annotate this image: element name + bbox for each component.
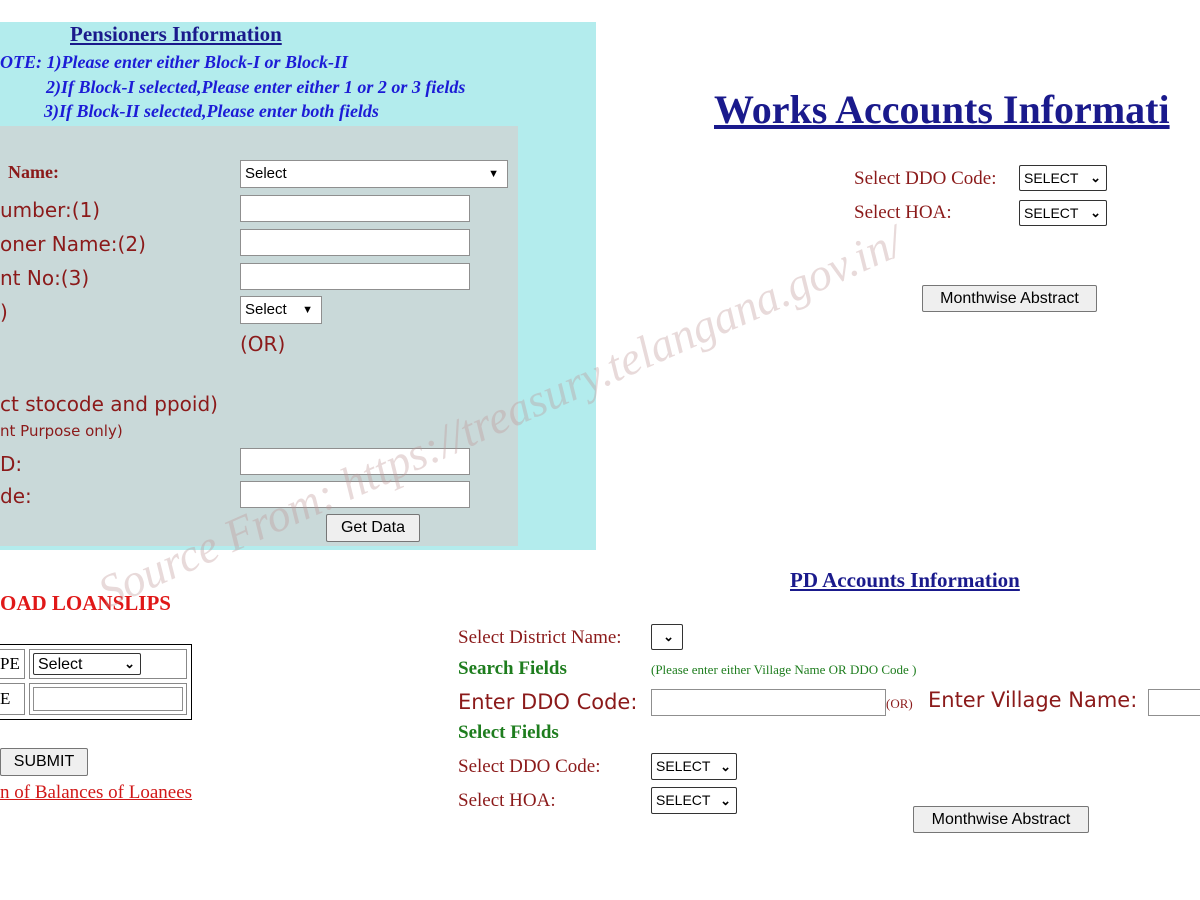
row2-label: E xyxy=(0,689,11,708)
pd-district-select[interactable]: ⌄ xyxy=(651,624,683,650)
works-hoa-select[interactable]: SELECT ⌄ xyxy=(1019,200,1107,226)
pd-hoa-select-value: SELECT xyxy=(656,792,711,808)
search-fields-heading: Search Fields xyxy=(458,658,567,679)
account-label: nt No:(3) xyxy=(0,266,90,290)
chevron-down-icon: ⌄ xyxy=(124,656,135,671)
pd-monthwise-button[interactable]: Monthwise Abstract xyxy=(913,806,1089,833)
table-cell: E xyxy=(0,683,25,715)
pd-hoa-label: Select HOA: xyxy=(458,790,556,811)
name-label: Name: xyxy=(8,162,59,182)
works-ddo-select-value: SELECT xyxy=(1024,170,1079,186)
dropdown-arrow-icon: ▼ xyxy=(302,304,313,316)
number-label: umber:(1) xyxy=(0,198,101,222)
stocode-input[interactable] xyxy=(240,481,470,508)
works-monthwise-button[interactable]: Monthwise Abstract xyxy=(922,285,1097,312)
pd-district-label: Select District Name: xyxy=(458,627,622,648)
note-line-3: 3)If Block-II selected,Please enter both… xyxy=(44,101,379,121)
name-select[interactable]: Select ▼ xyxy=(240,160,508,188)
paren-label: ) xyxy=(0,300,8,324)
works-title: Works Accounts Informati xyxy=(714,87,1170,132)
table-cell: Select ⌄ xyxy=(29,649,187,679)
table-cell: PE xyxy=(0,649,25,679)
note-line-2: 2)If Block-I selected,Please enter eithe… xyxy=(46,77,466,97)
type-select[interactable]: Select ⌄ xyxy=(33,653,141,675)
small-select[interactable]: Select ▼ xyxy=(240,296,322,324)
works-hoa-select-value: SELECT xyxy=(1024,205,1079,221)
number-input[interactable] xyxy=(240,195,470,222)
chevron-down-icon: ⌄ xyxy=(663,629,674,644)
pensioner-name-label: oner Name:(2) xyxy=(0,232,146,256)
chevron-down-icon: ⌄ xyxy=(1090,170,1101,185)
type-select-value: Select xyxy=(38,656,83,673)
pd-hoa-select[interactable]: SELECT ⌄ xyxy=(651,787,737,814)
stocode-input-label: de: xyxy=(0,484,32,508)
purpose-label: nt Purpose only) xyxy=(0,422,123,440)
pd-ddo-select[interactable]: SELECT ⌄ xyxy=(651,753,737,780)
ppoid-input[interactable] xyxy=(240,448,470,475)
loan-input[interactable] xyxy=(33,687,183,711)
loanslips-table: PE Select ⌄ E xyxy=(0,644,192,720)
select-fields-heading: Select Fields xyxy=(458,722,559,743)
note-line-1: OTE: 1)Please enter either Block-I or Bl… xyxy=(0,52,348,72)
row1-label: PE xyxy=(0,654,20,673)
enter-village-label: Enter Village Name: xyxy=(928,688,1138,712)
pd-or-label: (OR) xyxy=(886,696,913,711)
pd-ddo-label: Select DDO Code: xyxy=(458,756,601,777)
get-data-button[interactable]: Get Data xyxy=(326,514,420,542)
works-ddo-select[interactable]: SELECT ⌄ xyxy=(1019,165,1107,191)
name-select-value: Select xyxy=(245,165,287,182)
chevron-down-icon: ⌄ xyxy=(720,793,731,808)
enter-ddo-label: Enter DDO Code: xyxy=(458,690,638,714)
works-hoa-label: Select HOA: xyxy=(854,202,952,223)
enter-ddo-input[interactable] xyxy=(651,689,886,716)
pensioners-title: Pensioners Information xyxy=(70,22,282,46)
chevron-down-icon: ⌄ xyxy=(1090,205,1101,220)
pd-title: PD Accounts Information xyxy=(790,568,1020,592)
pensioners-form-block: Name: Select ▼ umber:(1) oner Name:(2) n… xyxy=(0,126,518,546)
ppoid-label: D: xyxy=(0,452,23,476)
works-ddo-label: Select DDO Code: xyxy=(854,168,997,189)
or-label: (OR) xyxy=(240,332,286,356)
loanslips-title: OAD LOANSLIPS xyxy=(0,591,171,615)
submit-button[interactable]: SUBMIT xyxy=(0,748,88,776)
table-cell xyxy=(29,683,187,715)
small-select-value: Select xyxy=(245,301,287,318)
account-input[interactable] xyxy=(240,263,470,290)
pd-ddo-select-value: SELECT xyxy=(656,758,711,774)
balances-link[interactable]: n of Balances of Loanees xyxy=(0,782,192,804)
enter-village-input[interactable] xyxy=(1148,689,1200,716)
search-hint: (Please enter either Village Name OR DDO… xyxy=(651,662,917,677)
chevron-down-icon: ⌄ xyxy=(720,759,731,774)
pensioner-name-input[interactable] xyxy=(240,229,470,256)
dropdown-arrow-icon: ▼ xyxy=(488,168,499,180)
stocode-label: ct stocode and ppoid) xyxy=(0,392,218,416)
